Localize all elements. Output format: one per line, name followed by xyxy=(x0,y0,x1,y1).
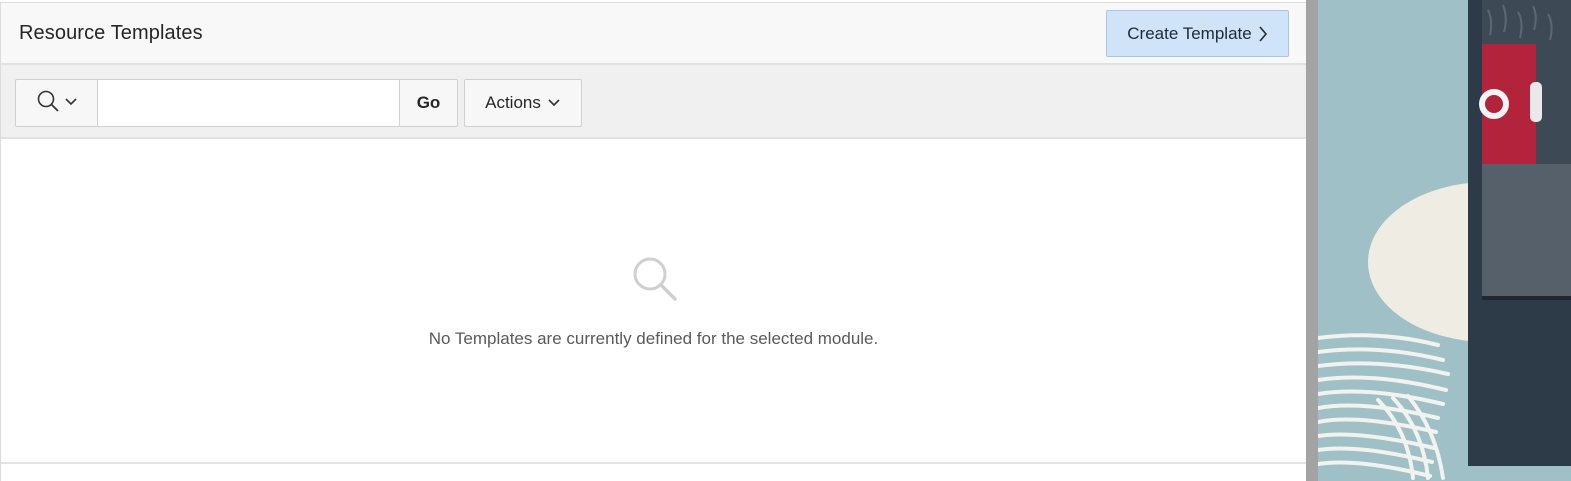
chevron-right-icon xyxy=(1258,25,1268,42)
empty-state-message: No Templates are currently defined for t… xyxy=(428,329,879,348)
create-template-label: Create Template xyxy=(1127,23,1252,43)
search-icon xyxy=(36,89,60,118)
region-title: Resource Templates xyxy=(19,22,203,44)
region-header: Resource Templates Create Template xyxy=(1,3,1306,65)
region-scroll-edge xyxy=(1306,0,1318,481)
create-template-button[interactable]: Create Template xyxy=(1106,10,1289,57)
go-button[interactable]: Go xyxy=(400,79,458,127)
actions-label: Actions xyxy=(485,93,541,112)
background-photo xyxy=(1468,0,1571,466)
search-group: Go xyxy=(15,79,458,127)
search-column-menu-button[interactable] xyxy=(15,79,98,127)
chevron-down-icon xyxy=(64,94,78,112)
report-body: No Templates are currently defined for t… xyxy=(1,139,1306,464)
resource-templates-region: Resource Templates Create Template Go Ac… xyxy=(0,2,1306,481)
chevron-down-icon xyxy=(547,93,561,113)
report-toolbar: Go Actions xyxy=(1,65,1306,139)
search-icon xyxy=(629,253,679,303)
search-input[interactable] xyxy=(98,79,400,127)
page: Resource Templates Create Template Go Ac… xyxy=(0,0,1571,481)
actions-menu-button[interactable]: Actions xyxy=(464,79,582,127)
